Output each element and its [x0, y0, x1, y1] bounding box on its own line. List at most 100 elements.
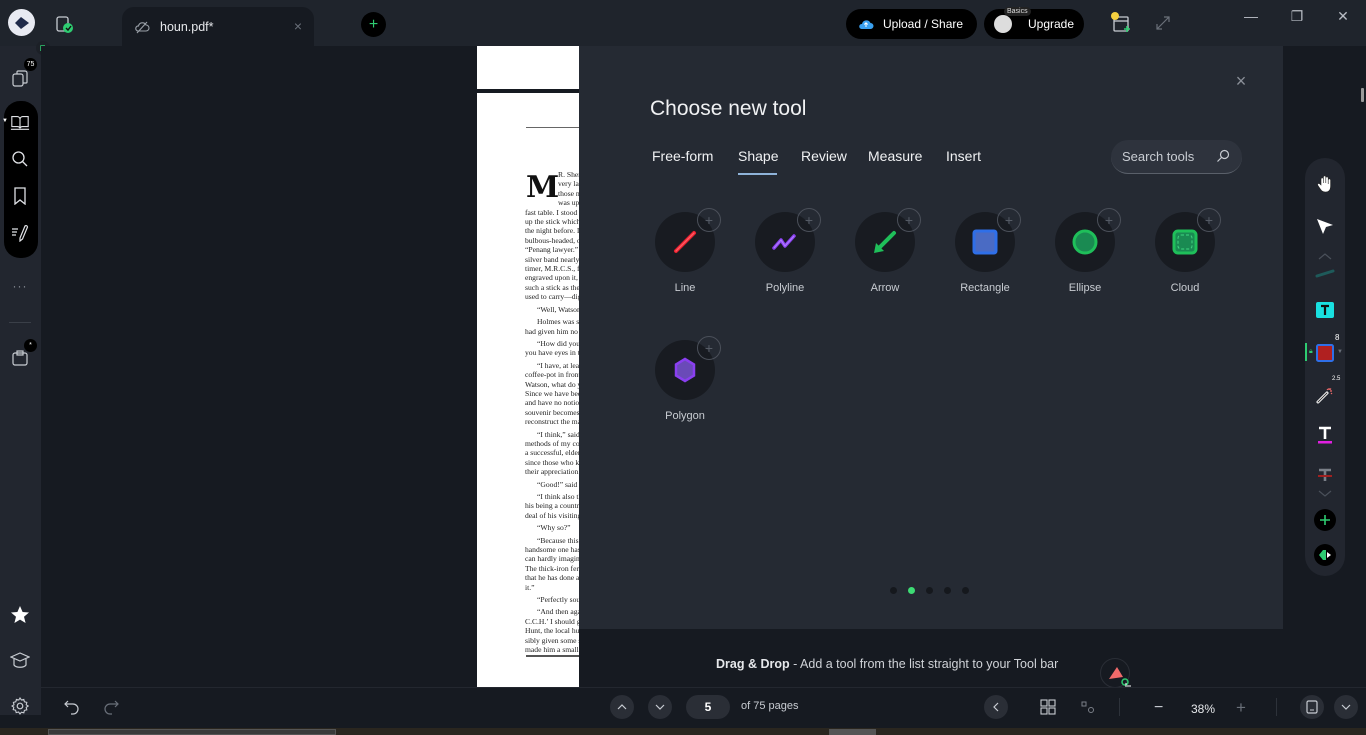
page-layout-button[interactable]: [1300, 695, 1324, 719]
drag-hand-icon: [1100, 658, 1131, 689]
page-text-line: “I think also that the probability is in…: [537, 492, 579, 501]
undo-icon[interactable]: [64, 699, 80, 715]
text-tool-icon[interactable]: [1315, 425, 1335, 445]
highlighter-tool-icon[interactable]: [1315, 266, 1335, 280]
page-text-line: his being a country practitioner who doe…: [525, 501, 579, 511]
page-number-input[interactable]: 5: [686, 695, 730, 719]
page-dot-1[interactable]: [890, 587, 897, 594]
page-text-line: “I have, at least, a well-polished, silv…: [537, 360, 579, 370]
page-footer-rule: [526, 655, 579, 657]
add-tool-button[interactable]: +: [697, 336, 721, 360]
rectangle-icon: [972, 229, 998, 255]
share-tool-button[interactable]: [1314, 544, 1336, 566]
document-tab[interactable]: houn.pdf* ×: [122, 7, 314, 46]
scroll-down-chevron-icon[interactable]: [1315, 488, 1335, 500]
search-tools-input[interactable]: Search tools: [1111, 140, 1242, 174]
add-tool-button[interactable]: +: [997, 208, 1021, 232]
read-mode-icon[interactable]: [10, 112, 30, 132]
stash-badge: *: [24, 339, 37, 352]
chevron-down-icon: [1341, 704, 1351, 710]
redo-icon[interactable]: [103, 699, 119, 715]
annotations-icon[interactable]: [10, 223, 30, 243]
search-icon[interactable]: [10, 149, 30, 169]
tab-review[interactable]: Review: [801, 148, 847, 164]
sync-status-icon[interactable]: [55, 14, 75, 34]
upgrade-button[interactable]: Basics Upgrade: [984, 7, 1084, 39]
next-page-button[interactable]: [648, 695, 672, 719]
pages-count-badge: 75: [24, 58, 37, 71]
page-total-label: of 75 pages: [741, 700, 799, 712]
expand-caret-icon[interactable]: ▼: [2, 118, 8, 124]
page-text-line: those not infrequent occasions when he: [558, 188, 579, 198]
page-text-line: used to carry—dignified, solid, and reas…: [525, 292, 579, 302]
hand-tool-icon[interactable]: [1315, 174, 1335, 194]
page-text-line: that he has done a great amount of walki…: [525, 573, 579, 583]
shape-size-badge: 8: [1335, 333, 1340, 342]
chevron-up-icon: [617, 704, 627, 710]
pdf-page[interactable]: M R. Sherlock Holmes, who was usuallyver…: [477, 93, 579, 687]
zoom-out-button[interactable]: −: [1154, 699, 1163, 717]
add-tool-button[interactable]: +: [1097, 208, 1121, 232]
tab-insert[interactable]: Insert: [946, 148, 981, 164]
pdf-page-previous[interactable]: [477, 46, 579, 89]
tab-shape[interactable]: Shape: [738, 148, 778, 164]
page-text-line: “I think,” said I, following as far as I…: [537, 429, 579, 439]
layout-options-button[interactable]: [1334, 695, 1358, 719]
learn-icon[interactable]: [10, 650, 30, 670]
zoom-level[interactable]: 38%: [1191, 702, 1215, 716]
page-dot-3[interactable]: [926, 587, 933, 594]
upload-share-label: Upload / Share: [883, 17, 964, 31]
minimize-button[interactable]: —: [1236, 8, 1266, 24]
collapse-panel-button[interactable]: [984, 695, 1008, 719]
text-box-tool-icon[interactable]: [1315, 300, 1335, 320]
new-tab-button[interactable]: +: [361, 12, 386, 37]
favorites-star-icon[interactable]: [10, 605, 30, 625]
upload-share-button[interactable]: Upload / Share: [846, 9, 977, 39]
page-dot-5[interactable]: [962, 587, 969, 594]
close-dialog-icon[interactable]: ×: [1232, 72, 1250, 90]
toolbar-divider: [1119, 698, 1120, 716]
add-tool-button[interactable]: +: [797, 208, 821, 232]
taskbar-window-preview[interactable]: [48, 729, 336, 735]
grid-view-icon[interactable]: [1040, 699, 1056, 715]
page-dot-4[interactable]: [944, 587, 951, 594]
page-text-line: the night before. It was a fine, thick p…: [525, 226, 579, 236]
select-arrow-icon[interactable]: [1315, 216, 1335, 236]
strikeout-tool-icon[interactable]: [1315, 467, 1335, 487]
compare-view-icon[interactable]: [1080, 699, 1096, 715]
page-text-line: “Penang lawyer.” Just under the head was…: [525, 245, 579, 255]
app-logo[interactable]: [8, 9, 35, 36]
close-window-button[interactable]: ✕: [1328, 8, 1358, 25]
logo-icon: [14, 16, 29, 29]
add-tool-button[interactable]: +: [1197, 208, 1221, 232]
previous-page-button[interactable]: [610, 695, 634, 719]
bookmark-icon[interactable]: [10, 186, 30, 206]
more-icon[interactable]: ···: [10, 276, 30, 296]
tab-free-form[interactable]: Free-form: [652, 148, 713, 164]
fullscreen-icon[interactable]: [1155, 15, 1171, 31]
vertical-scrollbar[interactable]: [1361, 88, 1364, 102]
add-tool-button[interactable]: +: [897, 208, 921, 232]
add-tool-button[interactable]: +: [697, 208, 721, 232]
share-arrow-icon: [1319, 550, 1331, 560]
zoom-in-button[interactable]: +: [1236, 698, 1246, 718]
restore-button[interactable]: ❐: [1282, 8, 1312, 25]
page-text-line: a successful, elderly medical man, well-…: [525, 448, 579, 458]
magic-wand-tool-icon[interactable]: [1315, 385, 1335, 405]
close-tab-icon[interactable]: ×: [294, 18, 302, 34]
shape-tool-icon[interactable]: [1315, 343, 1335, 363]
settings-gear-icon[interactable]: [10, 696, 30, 716]
tool-label: Polyline: [765, 282, 805, 294]
shape-dropdown-caret-icon[interactable]: ▼: [1337, 349, 1343, 355]
taskbar-item[interactable]: [829, 729, 876, 735]
page-text-line: Hunt, the local hunt to whose members he…: [525, 626, 579, 636]
search-placeholder: Search tools: [1122, 149, 1195, 164]
new-window-icon[interactable]: [1109, 11, 1133, 35]
page-dot-2-active[interactable]: [908, 587, 915, 594]
tab-measure[interactable]: Measure: [868, 148, 922, 164]
add-toolbar-tool-button[interactable]: [1314, 509, 1336, 531]
scroll-up-chevron-icon[interactable]: [1315, 250, 1335, 262]
plan-badge: Basics: [1004, 7, 1031, 16]
lock-icon[interactable]: 🔒︎: [1309, 348, 1313, 356]
pages-icon[interactable]: [10, 68, 30, 88]
